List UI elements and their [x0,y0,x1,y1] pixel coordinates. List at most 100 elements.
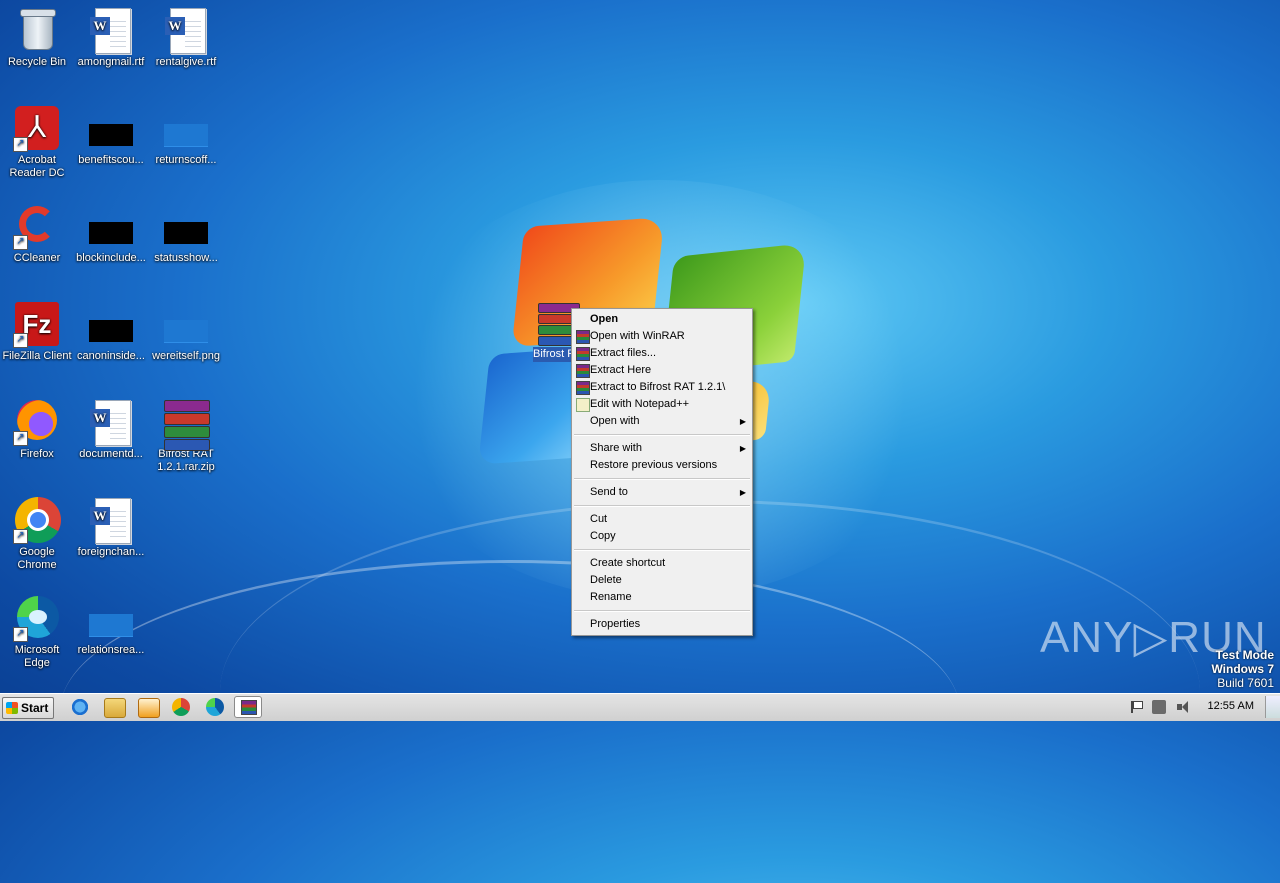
menu-item-open-with[interactable]: Open with ▶ [572,413,752,430]
menu-item-delete[interactable]: Delete [572,572,752,589]
menu-item-label: Rename [590,591,632,603]
desktop-icon-returnscoff[interactable]: returnscoff... [149,104,223,167]
notepadpp-icon [576,398,590,412]
desktop-icon-label: rentalgive.rtf [155,56,217,68]
menu-item-extract-to-folder[interactable]: Extract to Bifrost RAT 1.2.1\ [572,379,752,396]
menu-item-send-to[interactable]: Send to ▶ [572,484,752,501]
desktop-icon-amongmail[interactable]: W amongmail.rtf [74,6,148,69]
start-label: Start [21,701,49,715]
menu-item-label: Properties [590,618,641,630]
desktop-icon-label: Microsoft Edge [14,644,60,669]
menu-item-label: Open [590,313,619,325]
menu-item-label: Extract Here [590,364,652,376]
word-document-icon: W [162,6,210,54]
menu-item-copy[interactable]: Copy [572,528,752,545]
menu-item-label: Open with [590,415,640,427]
shortcut-arrow-icon: ↗ [13,235,28,250]
desktop-icon-statusshow[interactable]: statusshow... [149,202,223,265]
desktop-icon-relationsrea[interactable]: relationsrea... [74,594,148,657]
desktop-icon-wereitself[interactable]: wereitself.png [149,300,223,363]
edge-icon[interactable] [206,698,224,716]
desktop-icon-recycle-bin[interactable]: Recycle Bin [0,6,74,69]
show-desktop-button[interactable] [1265,696,1280,718]
context-menu: Open Open with WinRAR Extract files... E… [571,308,753,636]
desktop-icon-blockinclude[interactable]: blockinclude... [74,202,148,265]
file-icon [87,594,135,642]
chrome-icon: ↗ [13,496,61,544]
desktop-icon-benefitscou[interactable]: benefitscou... [74,104,148,167]
file-explorer-icon[interactable] [104,698,126,718]
menu-separator [574,478,750,480]
desktop-icon-documentd[interactable]: W documentd... [74,398,148,461]
firefox-icon: ↗ [13,398,61,446]
recycle-bin-icon [13,6,61,54]
desktop-icon-bifrost-zip[interactable]: Bifrost RAT 1.2.1.rar.zip [149,398,223,474]
chrome-icon[interactable] [172,698,190,716]
desktop-icon-label: Acrobat Reader DC [9,154,65,179]
file-icon [87,104,135,152]
shortcut-arrow-icon: ↗ [13,431,28,446]
desktop-icon-canoninside[interactable]: canoninside... [74,300,148,363]
taskbar: Start 12:55 AM [0,693,1280,721]
menu-item-extract-here[interactable]: Extract Here [572,362,752,379]
file-icon [87,202,135,250]
system-tray: 12:55 AM [1120,694,1280,721]
desktop-icon-firefox[interactable]: ↗ Firefox [0,398,74,461]
desktop-icon-foreignchan[interactable]: W foreignchan... [74,496,148,559]
file-icon [162,202,210,250]
menu-item-label: Restore previous versions [590,459,718,471]
desktop-icon-edge[interactable]: ↗ Microsoft Edge [0,594,74,670]
menu-item-cut[interactable]: Cut [572,511,752,528]
action-center-flag-icon[interactable] [1128,700,1143,714]
menu-item-rename[interactable]: Rename [572,589,752,606]
media-player-icon[interactable] [138,698,160,718]
desktop-icon-label: Bifrost RAT 1.2.1.rar.zip [157,448,215,473]
menu-item-label: Share with [590,442,642,454]
taskbar-clock[interactable]: 12:55 AM [1208,700,1254,712]
desktop-icon-label: statusshow... [154,252,218,264]
winrar-icon [576,364,590,378]
image-file-icon [162,300,210,348]
start-button[interactable]: Start [2,697,54,719]
menu-separator [574,434,750,436]
file-icon [162,104,210,152]
menu-item-extract-files[interactable]: Extract files... [572,345,752,362]
desktop-icon-label: foreignchan... [77,546,145,558]
desktop-icon-ccleaner[interactable]: ↗ CCleaner [0,202,74,265]
shortcut-arrow-icon: ↗ [13,333,28,348]
internet-explorer-icon[interactable] [70,698,90,716]
winrar-taskbar-button[interactable] [234,696,262,718]
menu-separator [574,549,750,551]
menu-item-label: Open with WinRAR [590,330,685,342]
desktop-icon-label: documentd... [79,448,143,460]
menu-item-label: Delete [590,574,622,586]
desktop-icon-filezilla[interactable]: Fz ↗ FileZilla Client [0,300,74,363]
menu-item-create-shortcut[interactable]: Create shortcut [572,555,752,572]
menu-item-properties[interactable]: Properties [572,616,752,633]
desktop-icon-acrobat[interactable]: ⅄ ↗ Acrobat Reader DC [0,104,74,180]
desktop-icon-label: Recycle Bin [7,56,67,68]
submenu-arrow-icon: ▶ [739,417,746,426]
menu-item-share-with[interactable]: Share with ▶ [572,440,752,457]
acrobat-reader-icon: ⅄ ↗ [13,104,61,152]
menu-item-restore-previous-versions[interactable]: Restore previous versions [572,457,752,474]
file-icon [87,300,135,348]
menu-item-open-with-winrar[interactable]: Open with WinRAR [572,328,752,345]
winrar-icon [576,347,590,361]
watermark-line: Test Mode [1215,648,1274,662]
ccleaner-icon: ↗ [13,202,61,250]
menu-item-label: Cut [590,513,608,525]
volume-icon[interactable] [1176,700,1190,714]
network-icon[interactable] [1152,700,1166,714]
desktop-icon-label: Google Chrome [17,546,57,571]
desktop-icon-chrome[interactable]: ↗ Google Chrome [0,496,74,572]
windows-flag-icon [6,702,18,714]
menu-item-edit-notepadpp[interactable]: Edit with Notepad++ [572,396,752,413]
winrar-icon [576,381,590,395]
desktop-icon-rentalgive[interactable]: W rentalgive.rtf [149,6,223,69]
menu-item-open[interactable]: Open [572,311,752,328]
word-document-icon: W [87,398,135,446]
menu-item-label: Extract to Bifrost RAT 1.2.1\ [590,381,726,393]
desktop-icon-label: returnscoff... [155,154,217,166]
desktop-icon-label: CCleaner [13,252,61,264]
